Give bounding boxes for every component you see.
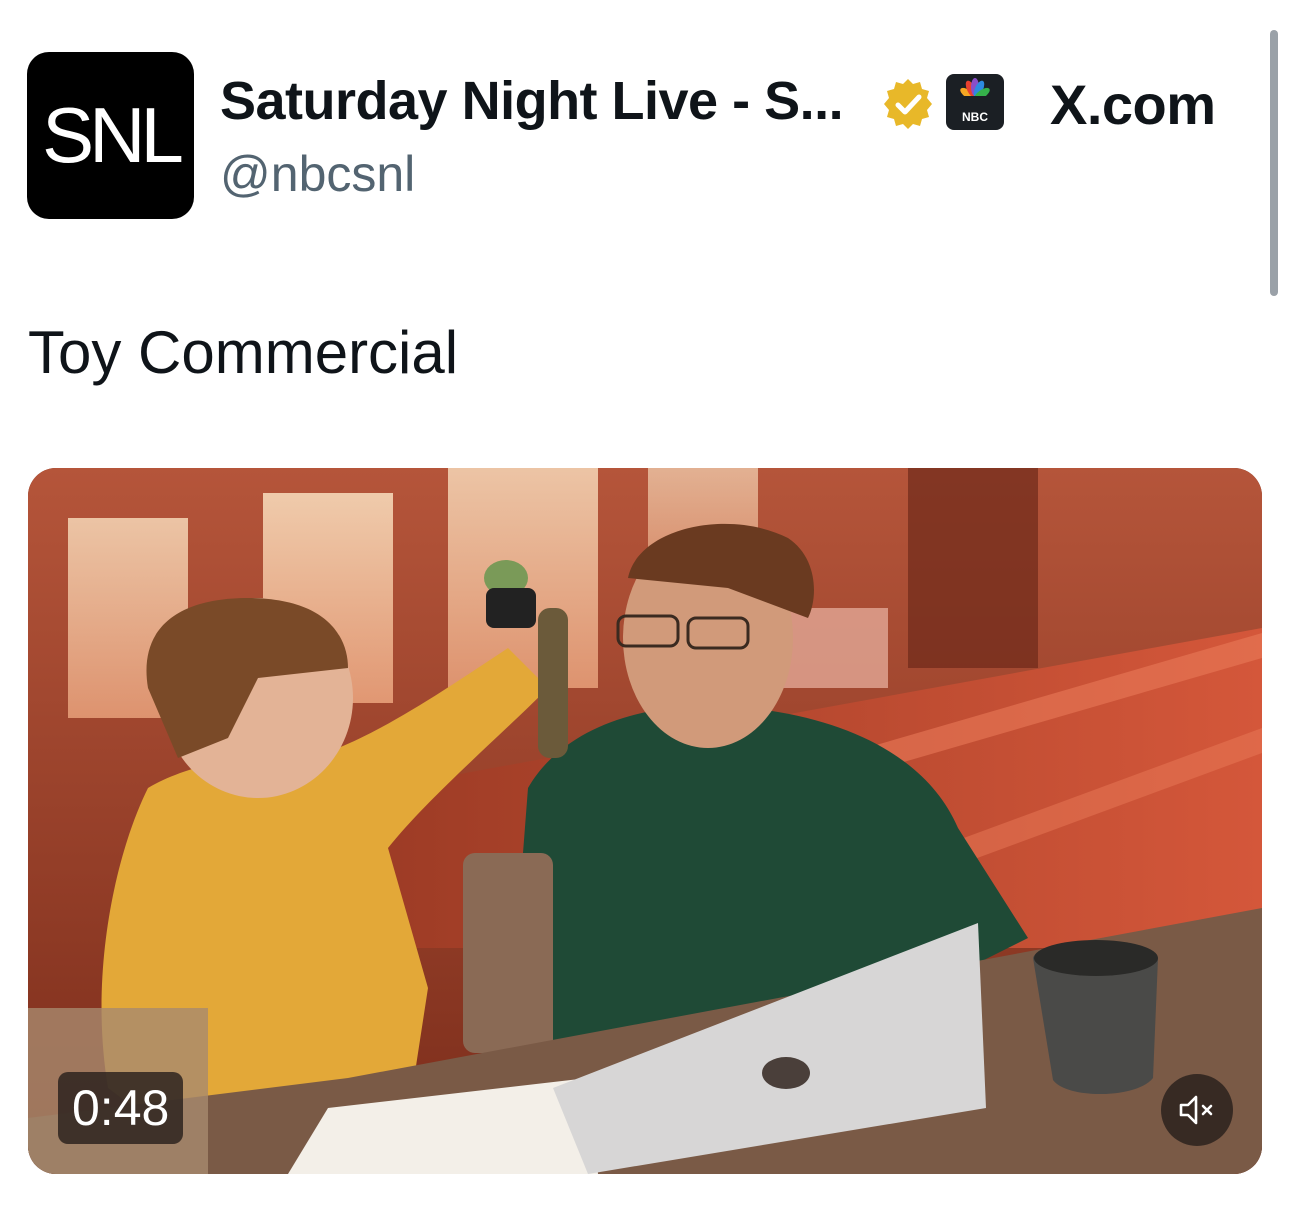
post-card: SNL Saturday Night Live - S... NBC @nbcs… [0,0,1290,1224]
video-thumbnail [28,468,1262,1174]
verified-badge-icon [884,79,932,129]
mute-button[interactable] [1161,1074,1233,1146]
avatar-text: SNL [42,91,184,179]
scrollbar[interactable] [1270,30,1278,296]
nbc-affiliation-icon[interactable]: NBC [946,74,1004,130]
avatar[interactable]: SNL [27,52,194,219]
affiliation-label: NBC [962,110,988,124]
display-name[interactable]: Saturday Night Live - S... [220,70,844,132]
peacock-icon [960,78,990,106]
post-text: Toy Commercial [28,319,459,386]
x-brand-link[interactable]: X.com [1050,72,1216,137]
volume-muted-icon [1179,1095,1213,1125]
video-player[interactable]: 0:48 [28,468,1262,1174]
x-site-label: X.com [1050,73,1216,136]
video-duration: 0:48 [58,1072,184,1144]
account-handle[interactable]: @nbcsnl [220,145,415,203]
